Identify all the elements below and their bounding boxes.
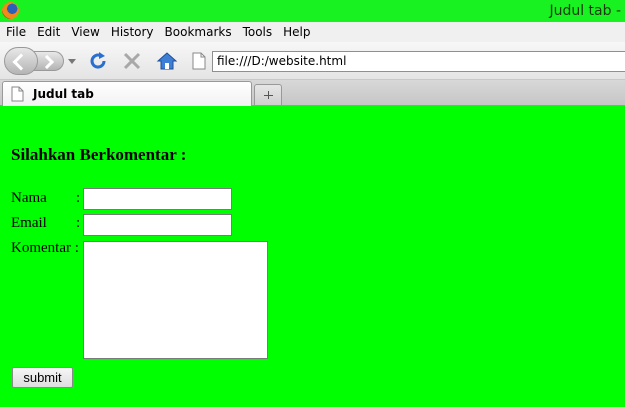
- tab-judul[interactable]: Judul tab: [2, 81, 252, 106]
- page-heading: Silahkan Berkomentar :: [11, 145, 187, 164]
- title-bar: Judul tab -: [0, 0, 625, 22]
- home-icon[interactable]: [156, 51, 178, 71]
- url-input[interactable]: file:///D:/website.html: [212, 51, 625, 72]
- menu-history[interactable]: History: [111, 25, 154, 39]
- email-input[interactable]: [83, 214, 232, 236]
- komentar-label: Komentar :: [11, 240, 79, 256]
- menu-tools[interactable]: Tools: [243, 25, 273, 39]
- page-icon: [192, 52, 206, 70]
- menu-bar: File Edit View History Bookmarks Tools H…: [0, 22, 625, 42]
- submit-button[interactable]: submit: [12, 367, 73, 388]
- back-forward-group: [4, 47, 78, 75]
- back-button[interactable]: [4, 47, 38, 75]
- email-label: Email: [11, 215, 47, 231]
- firefox-icon: [2, 2, 19, 19]
- menu-help[interactable]: Help: [283, 25, 310, 39]
- tab-strip: Judul tab: [0, 80, 625, 106]
- history-dropdown-icon[interactable]: [68, 59, 76, 64]
- nama-label: Nama: [11, 190, 47, 206]
- page-content: Silahkan Berkomentar : Nama : Email : Ko…: [0, 106, 625, 407]
- url-text: file:///D:/website.html: [217, 54, 347, 68]
- reload-icon[interactable]: [88, 51, 108, 71]
- komentar-textarea[interactable]: [83, 241, 268, 359]
- stop-icon[interactable]: [122, 51, 142, 71]
- menu-view[interactable]: View: [71, 25, 99, 39]
- navigation-toolbar: file:///D:/website.html: [0, 42, 625, 80]
- menu-file[interactable]: File: [6, 25, 26, 39]
- new-tab-icon[interactable]: [254, 84, 282, 105]
- window-title: Judul tab -: [549, 3, 621, 19]
- nama-input[interactable]: [83, 188, 232, 210]
- menu-edit[interactable]: Edit: [37, 25, 60, 39]
- page-icon: [11, 86, 24, 102]
- menu-bookmarks[interactable]: Bookmarks: [165, 25, 232, 39]
- tab-label: Judul tab: [33, 87, 94, 101]
- email-colon: :: [76, 215, 81, 231]
- forward-button[interactable]: [34, 51, 64, 71]
- nama-colon: :: [76, 190, 81, 206]
